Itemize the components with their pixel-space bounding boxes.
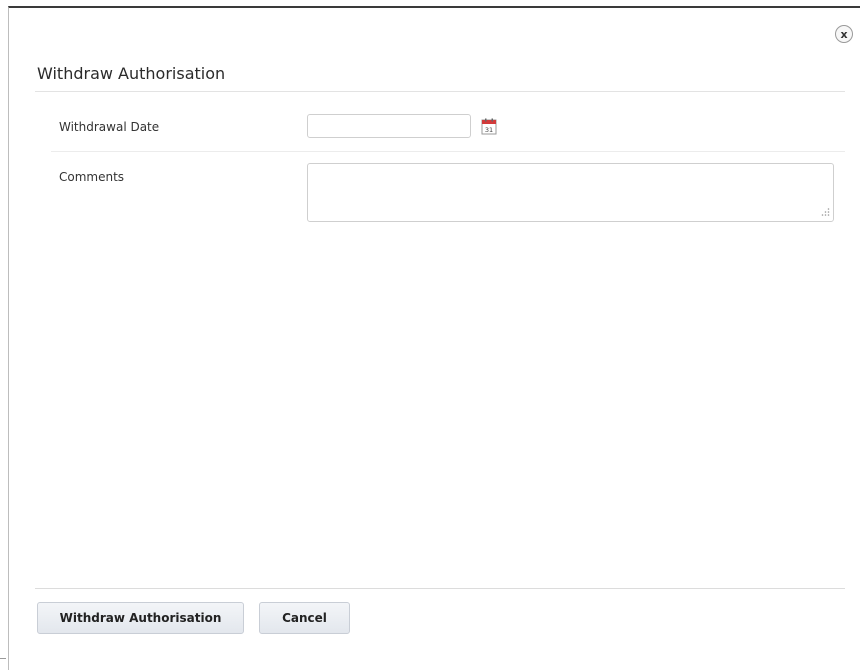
cancel-button[interactable]: Cancel [259,602,350,634]
dialog-title: Withdraw Authorisation [37,64,226,83]
row-divider [51,151,845,152]
withdrawal-date-input[interactable] [307,114,471,138]
close-icon: x [840,27,848,41]
footer-divider [35,588,845,589]
resize-grip-icon[interactable] [820,207,830,217]
close-button[interactable]: x [835,25,853,43]
comments-textarea[interactable] [307,163,834,222]
withdrawal-date-label: Withdrawal Date [59,120,160,134]
title-divider [35,91,845,92]
window-edge-mark [0,658,6,659]
withdraw-authorisation-dialog: x Withdraw Authorisation Withdrawal Date… [8,6,860,670]
withdraw-authorisation-button[interactable]: Withdraw Authorisation [37,602,244,634]
calendar-icon[interactable]: 31 [481,118,497,135]
calendar-day-text: 31 [485,126,493,134]
comments-label: Comments [59,170,125,184]
